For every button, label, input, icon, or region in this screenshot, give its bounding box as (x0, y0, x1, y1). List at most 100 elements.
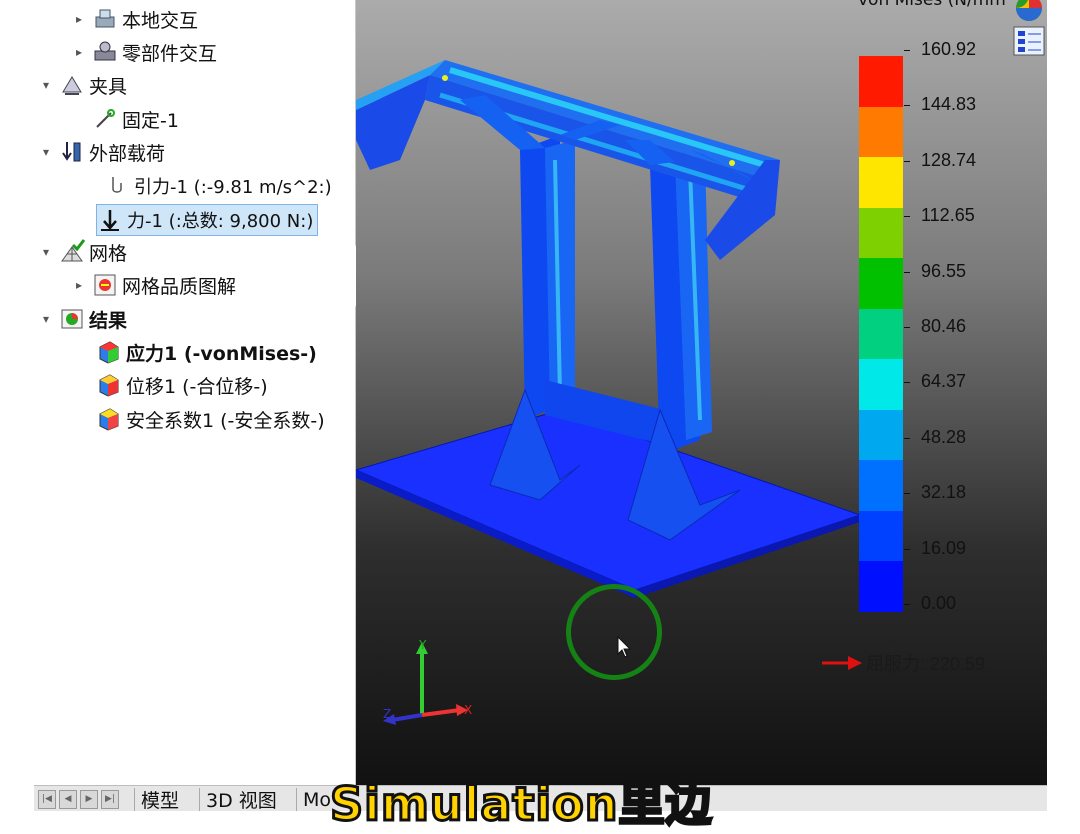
tree-item-label: 零部件交互 (122, 42, 218, 65)
tree-item-label: 网格品质图解 (122, 275, 237, 298)
colorbar-tick-mark (904, 437, 910, 439)
video-caption: Simulation里边 (329, 776, 713, 833)
colorbar-segment (859, 460, 903, 512)
simulation-study-tree: ▸ 本地交互 ▸ 零部件交互 ▾ 夹具 固定-1 ▾ 外部载荷 引力-1 (:-… (34, 0, 356, 785)
external-load-icon (62, 142, 81, 162)
gravity-icon (112, 177, 122, 193)
tree-item-stress-1[interactable]: 应力1 (-vonMises-) (96, 337, 317, 367)
tree-item-results[interactable]: ▾ 结果 (39, 304, 127, 334)
tree-item-label: 结果 (89, 309, 128, 332)
tree-item-label: 引力-1 (:-9.81 m/s^2:) (134, 177, 332, 198)
tree-item-label: 力-1 (:总数: 9,800 N:) (127, 211, 314, 232)
colorbar-segment (859, 258, 903, 310)
tree-item-force-1[interactable]: 力-1 (:总数: 9,800 N:) (96, 204, 319, 236)
colorbar-tick-mark (904, 105, 910, 107)
displacement-plot-icon (99, 374, 119, 397)
colorbar-segment (859, 510, 903, 562)
expand-arrow-icon[interactable]: ▸ (72, 45, 86, 59)
colorbar-tick-label: 160.92 (921, 39, 977, 59)
coordinate-triad (383, 642, 468, 725)
cursor-highlight-ring (566, 584, 662, 680)
colorbar-tick-label: 144.83 (921, 94, 977, 115)
next-tab-icon[interactable]: ▶ (80, 790, 98, 809)
left-gutter (0, 0, 34, 810)
fixture-icon (62, 76, 82, 95)
tab-model[interactable]: 模型 (134, 788, 185, 812)
mesh-quality-icon (94, 274, 116, 296)
colorbar-tick-mark (904, 327, 910, 328)
colorbar-tick-mark (904, 271, 910, 273)
colorbar-tick-label: 0.00 (921, 593, 957, 613)
appearance-icon[interactable] (1011, 0, 1047, 58)
force-arrow-icon (101, 210, 119, 231)
colorbar-tick-label: 128.74 (921, 149, 977, 170)
prev-tab-icon[interactable]: ◀ (59, 790, 77, 809)
simulation-window: ▸ 本地交互 ▸ 零部件交互 ▾ 夹具 固定-1 ▾ 外部载荷 引力-1 (:-… (0, 0, 1080, 833)
stress-plot-icon (99, 341, 119, 364)
colorbar-segment (859, 308, 903, 360)
colorbar-tick-label: 48.28 (921, 426, 967, 447)
tree-item-local-interaction[interactable]: ▸ 本地交互 (72, 4, 198, 34)
colorbar-tick-label: 112.65 (921, 205, 975, 226)
factor-of-safety-icon (99, 408, 119, 431)
colorbar-segment (859, 106, 903, 158)
colorbar-tick-mark (904, 160, 910, 162)
tree-item-label: 应力1 (-vonMises-) (126, 342, 317, 365)
interaction-icon (95, 9, 115, 28)
last-tab-icon[interactable]: ▶| (101, 790, 119, 809)
component-interaction-icon (94, 41, 116, 61)
colorbar-segment (859, 561, 903, 613)
tree-item-gravity-1[interactable]: 引力-1 (:-9.81 m/s^2:) (104, 171, 332, 201)
yield-arrow-icon (822, 656, 862, 670)
collapse-arrow-icon[interactable]: ▾ (39, 78, 53, 92)
fixed-geometry-icon (96, 109, 115, 128)
triad-y-label: Y (419, 638, 427, 652)
colorbar-tick-mark (904, 382, 910, 384)
colorbar-segment (859, 207, 903, 259)
colorbar-tick-label: 96.55 (921, 260, 967, 281)
expand-arrow-icon[interactable]: ▸ (72, 278, 86, 292)
stress-colorbar (859, 56, 903, 613)
right-taskpane-strip (1047, 0, 1080, 810)
tab-3d-view[interactable]: 3D 视图 (199, 788, 283, 812)
tree-item-component-interaction[interactable]: ▸ 零部件交互 (72, 37, 217, 67)
collapse-arrow-icon[interactable]: ▾ (39, 245, 53, 259)
colorbar-tick-label: 80.46 (921, 316, 967, 336)
colorbar-tick-label: 16.09 (921, 537, 967, 558)
plot-title: von Mises (N/mm (858, 0, 1006, 10)
tree-item-displacement-1[interactable]: 位移1 (-合位移-) (96, 370, 268, 400)
colorbar-tick-label: 64.37 (921, 371, 967, 392)
colorbar-tick-mark (904, 493, 910, 495)
mouse-pointer-icon (617, 636, 631, 658)
triad-x-label: X (464, 703, 473, 717)
tree-item-mesh[interactable]: ▾ 网格 (39, 237, 127, 267)
tree-item-mesh-quality[interactable]: ▸ 网格品质图解 (72, 270, 236, 300)
tree-item-label: 固定-1 (122, 109, 179, 132)
first-tab-icon[interactable]: |◀ (38, 790, 56, 809)
colorbar-tick-mark (904, 216, 910, 218)
results-folder-icon (61, 309, 83, 329)
tree-item-label: 本地交互 (122, 9, 199, 32)
yield-strength-label: 屈服力: 220.59 (866, 654, 986, 674)
colorbar-segment (859, 56, 903, 108)
colorbar-tick-mark (904, 548, 910, 550)
yield-strength-indicator: 屈服力: 220.59 (820, 650, 985, 676)
collapse-arrow-icon[interactable]: ▾ (39, 312, 53, 326)
colorbar-tick-mark (904, 604, 910, 605)
triad-z-label: Z (383, 707, 392, 721)
colorbar-segment (859, 157, 903, 209)
tree-item-label: 夹具 (89, 75, 128, 98)
expand-arrow-icon[interactable]: ▸ (72, 12, 86, 26)
colorbar-segment (859, 409, 903, 461)
colorbar-tick-mark (904, 50, 910, 51)
tree-item-factor-of-safety-1[interactable]: 安全系数1 (-安全系数-) (96, 404, 325, 434)
tree-item-label: 网格 (89, 242, 128, 265)
mesh-icon (61, 239, 85, 262)
tree-item-label: 安全系数1 (-安全系数-) (126, 409, 325, 432)
tree-item-external-loads[interactable]: ▾ 外部载荷 (39, 137, 165, 167)
tree-item-fixed-1[interactable]: 固定-1 (92, 104, 179, 134)
tree-item-label: 外部载荷 (89, 142, 166, 165)
tree-item-fixtures[interactable]: ▾ 夹具 (39, 70, 127, 100)
collapse-arrow-icon[interactable]: ▾ (39, 145, 53, 159)
taskpane-icons[interactable] (1011, 0, 1047, 58)
